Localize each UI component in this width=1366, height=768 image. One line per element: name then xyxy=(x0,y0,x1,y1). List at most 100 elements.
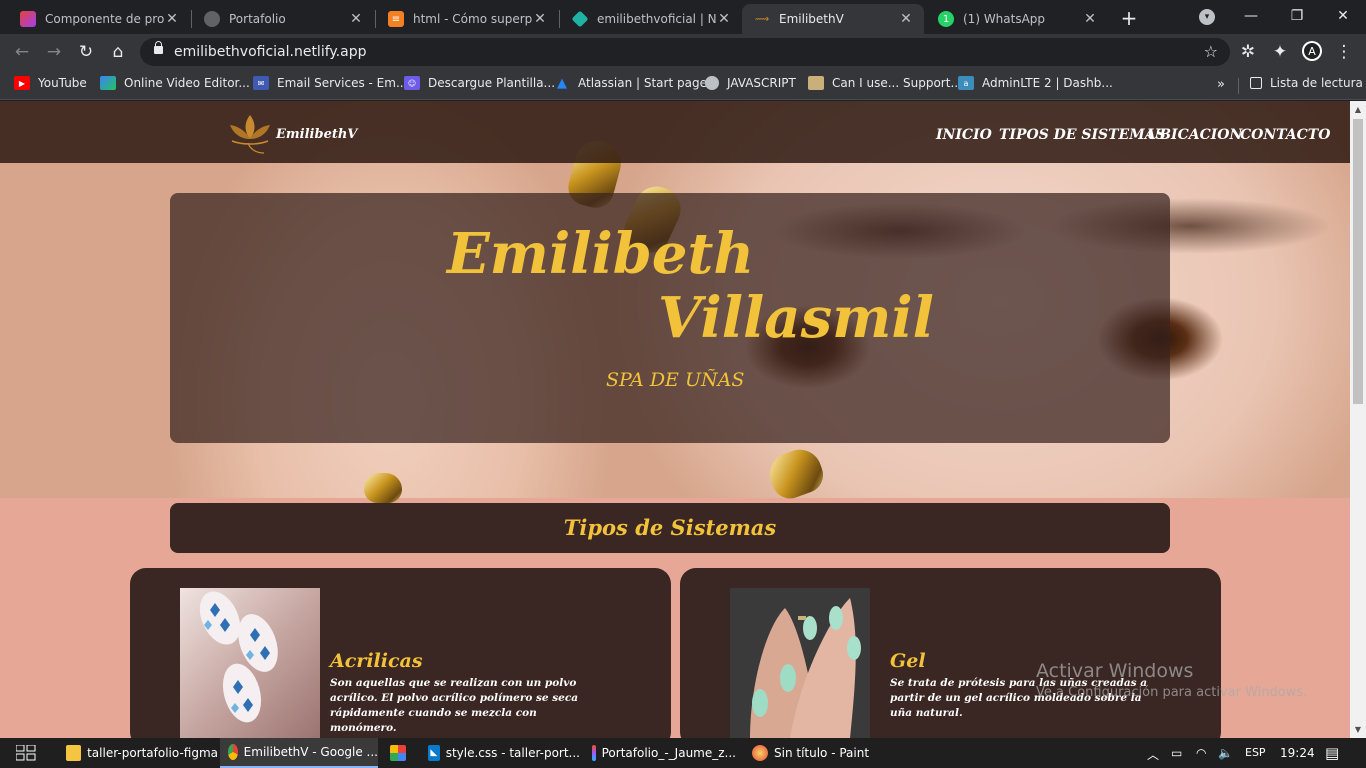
lotus-logo-icon[interactable] xyxy=(226,109,274,155)
card-acrilicas: Acrilicas Son aquellas que se realizan c… xyxy=(130,568,671,738)
taskbar-paint[interactable]: Sin título - Paint xyxy=(744,738,894,768)
restore-button[interactable]: ❐ xyxy=(1274,0,1320,32)
tab-title: EmilibethV xyxy=(779,12,844,26)
bookmark-video-editor[interactable]: Online Video Editor... xyxy=(100,76,250,90)
forward-icon[interactable]: → xyxy=(42,40,66,64)
svg-text:A: A xyxy=(1308,45,1316,58)
close-icon[interactable]: ✕ xyxy=(164,11,180,27)
nav-contacto[interactable]: CONTACTO xyxy=(1240,127,1330,143)
page-scrollbar[interactable]: ▲ ▼ xyxy=(1350,101,1366,738)
bookmark-atlassian[interactable]: ▲ Atlassian | Start page xyxy=(554,75,707,91)
profile-avatar[interactable]: A xyxy=(1300,40,1324,64)
close-icon[interactable]: ✕ xyxy=(348,11,364,27)
reading-list-icon xyxy=(1250,77,1262,89)
back-icon[interactable]: ← xyxy=(10,40,34,64)
chrome-icon xyxy=(228,744,238,760)
address-bar[interactable]: emilibethvoficial.netlify.app ☆ xyxy=(140,38,1230,66)
close-icon[interactable]: ✕ xyxy=(898,11,914,27)
tab-stackoverflow[interactable]: ≡ html - Cómo superpor ✕ xyxy=(376,4,558,34)
nav-inicio[interactable]: INICIO xyxy=(936,127,992,143)
lock-icon xyxy=(154,41,163,54)
vscode-icon: ◣ xyxy=(428,745,440,761)
tray-chevron-icon[interactable]: ︿ xyxy=(1147,746,1159,763)
windows-taskbar: taller-portafolio-figma EmilibethV - Goo… xyxy=(0,738,1366,768)
card-gel: Gel Se trata de prótesis para las uñas c… xyxy=(680,568,1221,738)
tab-figma[interactable]: Componente de proye ✕ xyxy=(8,4,190,34)
close-window-button[interactable]: ✕ xyxy=(1320,0,1366,32)
close-icon[interactable]: ✕ xyxy=(1082,11,1098,27)
nav-ubicacion[interactable]: UBICACION xyxy=(1147,127,1242,143)
more-bookmarks-icon[interactable]: » xyxy=(1217,77,1225,92)
tab-portafolio[interactable]: Portafolio ✕ xyxy=(192,4,374,34)
bookmark-adminlte[interactable]: a AdminLTE 2 | Dashb... xyxy=(958,76,1113,90)
extensions-puzzle-icon[interactable]: ✦ xyxy=(1268,40,1292,64)
tab-title: Portafolio xyxy=(229,12,286,26)
task-label: Sin título - Paint xyxy=(774,746,870,760)
url-text[interactable]: emilibethvoficial.netlify.app xyxy=(174,44,367,60)
bookmark-label: Can I use... Support... xyxy=(832,76,962,90)
volume-icon[interactable]: 🔈 xyxy=(1218,746,1233,760)
section-title: Tipos de Sistemas xyxy=(563,515,777,540)
app-grid-icon xyxy=(390,745,406,761)
reading-list[interactable]: Lista de lectura xyxy=(1250,76,1363,90)
task-label: taller-portafolio-figma xyxy=(87,746,218,760)
new-tab-button[interactable]: + xyxy=(1118,7,1140,29)
tab-title: Componente de proye xyxy=(45,12,164,26)
card-text: Son aquellas que se realizan con un polv… xyxy=(330,677,579,734)
language-indicator[interactable]: ESP xyxy=(1245,746,1266,759)
browser-toolbar: ← → ↻ ⌂ emilibethvoficial.netlify.app ☆ … xyxy=(0,34,1366,70)
wifi-icon[interactable]: ◠ xyxy=(1196,746,1206,760)
folder-icon xyxy=(66,745,82,761)
extension-gear-icon[interactable]: ✲ xyxy=(1236,40,1260,64)
tab-title: html - Cómo superpor xyxy=(413,12,532,26)
tab-strip: Componente de proye ✕ Portafolio ✕ ≡ htm… xyxy=(0,0,1366,34)
taskbar-figma[interactable]: Portafolio_-_Jaume_z... xyxy=(584,738,736,768)
bookmark-star-icon[interactable]: ☆ xyxy=(1204,42,1218,61)
acrylic-nails-image xyxy=(180,588,320,738)
windows-activation-text: Ve a Configuración para activar Windows. xyxy=(1036,685,1308,700)
taskbar-explorer[interactable]: taller-portafolio-figma xyxy=(58,738,218,768)
caniuse-icon xyxy=(808,76,824,90)
site-logo-text[interactable]: EmilibethV xyxy=(276,127,357,142)
bookmark-email-services[interactable]: ✉ Email Services - Em... xyxy=(253,76,407,90)
nav-tipos-de-sistemas[interactable]: TIPOS DE SISTEMAS xyxy=(999,127,1166,143)
reload-icon[interactable]: ↻ xyxy=(74,40,98,64)
scroll-down-icon[interactable]: ▼ xyxy=(1354,725,1362,734)
hero-name-first: Emilibeth xyxy=(447,221,755,287)
bookmark-plantillas[interactable]: ☺ Descargue Plantilla... xyxy=(404,76,555,90)
bookmark-javascript[interactable]: JAVASCRIPT xyxy=(705,76,796,90)
minimize-button[interactable]: — xyxy=(1228,0,1274,32)
scroll-thumb[interactable] xyxy=(1353,119,1363,404)
home-icon[interactable]: ⌂ xyxy=(106,40,130,64)
stackoverflow-icon: ≡ xyxy=(388,11,404,27)
battery-icon[interactable]: ▭ xyxy=(1171,746,1182,760)
scroll-up-icon[interactable]: ▲ xyxy=(1354,105,1362,114)
gold-nail xyxy=(364,473,402,503)
task-view-icon[interactable] xyxy=(16,745,36,761)
bookmark-youtube[interactable]: ▶ YouTube xyxy=(14,76,87,90)
hero-overlay-box: Emilibeth Villasmil SPA DE UÑAS xyxy=(170,193,1170,443)
tab-netlify[interactable]: emilibethvoficial | Netl ✕ xyxy=(560,4,742,34)
close-icon[interactable]: ✕ xyxy=(716,11,732,27)
tab-whatsapp[interactable]: 1 (1) WhatsApp ✕ xyxy=(926,4,1108,34)
card-title: Acrilicas xyxy=(330,650,423,672)
notifications-icon[interactable]: ▤ xyxy=(1325,744,1339,762)
close-icon[interactable]: ✕ xyxy=(532,11,548,27)
task-label: style.css - taller-port... xyxy=(445,746,580,760)
tab-emilibethv[interactable]: ⟿ EmilibethV ✕ xyxy=(742,4,924,34)
clock[interactable]: 19:24 xyxy=(1280,746,1315,760)
bookmark-label: Email Services - Em... xyxy=(277,76,408,90)
bookmark-label: AdminLTE 2 | Dashb... xyxy=(982,76,1113,90)
tab-search-icon[interactable]: ▾ xyxy=(1199,9,1215,25)
taskbar-app-grid[interactable] xyxy=(382,738,418,768)
tab-title: (1) WhatsApp xyxy=(963,12,1046,26)
windows-activation-title: Activar Windows xyxy=(1036,660,1194,682)
taskbar-chrome[interactable]: EmilibethV - Google ... xyxy=(220,738,378,768)
atlassian-icon: ▲ xyxy=(557,75,567,91)
menu-kebab-icon[interactable]: ⋮ xyxy=(1332,40,1356,64)
whatsapp-icon: 1 xyxy=(938,11,954,27)
bookmark-caniuse[interactable]: Can I use... Support... xyxy=(808,76,962,90)
site-navbar: EmilibethV INICIO TIPOS DE SISTEMAS UBIC… xyxy=(0,101,1350,163)
taskbar-vscode[interactable]: ◣ style.css - taller-port... xyxy=(420,738,580,768)
bookmark-label: Atlassian | Start page xyxy=(578,76,707,90)
